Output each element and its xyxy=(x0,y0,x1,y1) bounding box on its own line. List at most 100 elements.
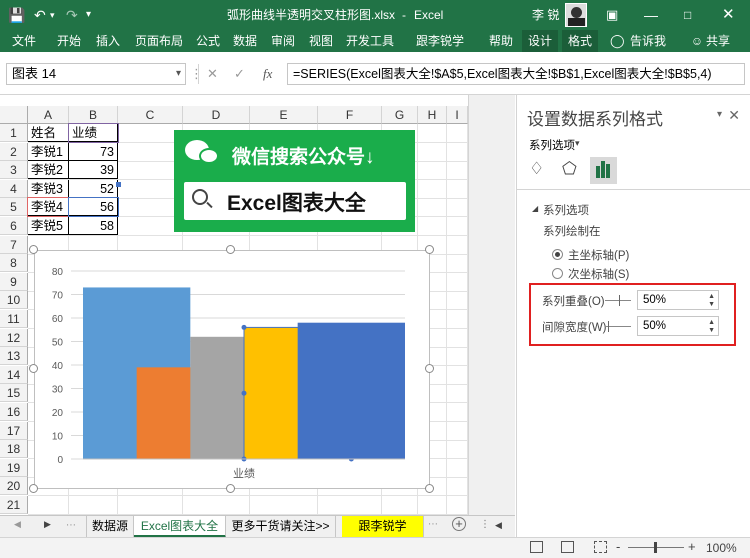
redo-icon[interactable]: ↷ xyxy=(66,0,78,30)
column-header-C[interactable]: C xyxy=(118,106,183,124)
fill-line-icon[interactable]: ♢ xyxy=(529,159,544,179)
column-header-G[interactable]: G xyxy=(382,106,418,124)
row-header-12[interactable]: 12 xyxy=(0,328,28,347)
tab-help[interactable]: 帮助 xyxy=(484,30,518,52)
tab-formulas[interactable]: 公式 xyxy=(191,30,225,52)
table-cell-name[interactable]: 李锐5 xyxy=(28,217,69,235)
tab-data[interactable]: 数据 xyxy=(228,30,262,52)
selected-series-handle[interactable] xyxy=(241,390,247,396)
tab-developer[interactable]: 开发工具 xyxy=(344,30,396,52)
row-header-11[interactable]: 11 xyxy=(0,310,28,328)
secondary-axis-label[interactable]: 次坐标轴(S) xyxy=(568,266,629,282)
chevron-down-icon[interactable]: ▾ xyxy=(176,64,181,84)
row-header-5[interactable]: 5 xyxy=(0,198,28,217)
page-break-view-icon[interactable] xyxy=(594,541,607,553)
bar-李锐5[interactable] xyxy=(297,322,405,459)
series-options-dropdown[interactable]: 系列选项 xyxy=(529,137,575,153)
table-cell-value[interactable]: 39 xyxy=(69,161,118,180)
row-header-4[interactable]: 4 xyxy=(0,179,28,198)
tab-file[interactable]: 文件 xyxy=(6,30,42,52)
table-cell-name[interactable]: 李锐3 xyxy=(28,179,69,198)
tab-format[interactable]: 格式 xyxy=(562,30,598,52)
vertical-scrollbar[interactable] xyxy=(468,95,515,515)
row-header-7[interactable]: 7 xyxy=(0,235,28,254)
tab-review[interactable]: 审阅 xyxy=(266,30,300,52)
row-header-2[interactable]: 2 xyxy=(0,142,28,161)
insert-function-icon[interactable]: fx xyxy=(263,64,272,84)
row-header-6[interactable]: 6 xyxy=(0,217,28,235)
zoom-in-button[interactable]: + xyxy=(688,539,696,554)
name-box[interactable]: 图表 14 ▾ xyxy=(6,63,186,85)
undo-icon[interactable]: ↶ xyxy=(34,0,46,30)
row-header-20[interactable]: 20 xyxy=(0,477,28,496)
scroll-right-icon[interactable]: ▶ xyxy=(44,519,51,530)
column-header-D[interactable]: D xyxy=(183,106,250,124)
column-header-E[interactable]: E xyxy=(250,106,318,124)
close-icon[interactable]: ✕ xyxy=(722,0,735,30)
resize-handle[interactable] xyxy=(425,245,434,254)
select-all-button[interactable] xyxy=(0,106,28,124)
table-cell-name[interactable]: 李锐2 xyxy=(28,161,69,180)
sheet-tab-more[interactable]: 更多干货请关注>> xyxy=(226,516,336,538)
table-cell-name[interactable]: 李锐1 xyxy=(28,142,69,161)
primary-axis-label[interactable]: 主坐标轴(P) xyxy=(568,247,629,263)
column-chart[interactable]: 0 10 20 30 40 50 60 70 80 业绩 xyxy=(35,251,431,490)
tell-me-search[interactable]: 告诉我 xyxy=(630,30,670,52)
collapse-section-icon[interactable]: ◢ xyxy=(532,204,538,213)
resize-handle[interactable] xyxy=(425,364,434,373)
user-name[interactable]: 李 锐 xyxy=(532,0,559,30)
selected-series-handle[interactable] xyxy=(241,324,247,330)
add-sheet-icon[interactable]: + xyxy=(452,517,466,531)
zoom-level[interactable]: 100% xyxy=(706,541,737,555)
sheet-tab-active[interactable]: Excel图表大全 xyxy=(134,516,226,538)
resize-handle[interactable] xyxy=(29,364,38,373)
tab-insert[interactable]: 插入 xyxy=(91,30,125,52)
page-layout-view-icon[interactable] xyxy=(561,541,574,553)
share-button[interactable]: 共享 xyxy=(706,30,738,52)
sheet-tab-data-source[interactable]: 数据源 xyxy=(86,516,134,538)
row-header-17[interactable]: 17 xyxy=(0,421,28,440)
primary-axis-radio[interactable] xyxy=(552,249,563,260)
row-header-10[interactable]: 10 xyxy=(0,291,28,310)
tab-split-icon[interactable]: ⋮ xyxy=(480,519,490,530)
row-header-1[interactable]: 1 xyxy=(0,124,28,142)
section-series-options[interactable]: 系列选项 xyxy=(543,202,589,218)
column-header-A[interactable]: A xyxy=(28,106,69,124)
hscroll-left-icon[interactable]: ◀ xyxy=(495,520,502,531)
undo-dropdown-icon[interactable]: ▾ xyxy=(50,0,55,30)
effects-pentagon-icon[interactable]: ⬠ xyxy=(562,159,577,179)
table-cell-name[interactable]: 李锐4 xyxy=(27,197,70,218)
close-pane-icon[interactable]: ✕ xyxy=(728,107,740,124)
cell-header-score[interactable]: 业绩 xyxy=(68,123,119,143)
cancel-icon[interactable]: ✕ xyxy=(207,64,218,84)
row-header-15[interactable]: 15 xyxy=(0,384,28,403)
save-icon[interactable]: 💾 xyxy=(8,0,25,30)
row-header-8[interactable]: 8 xyxy=(0,254,28,273)
resize-handle[interactable] xyxy=(29,245,38,254)
row-header-13[interactable]: 13 xyxy=(0,347,28,366)
row-header-18[interactable]: 18 xyxy=(0,440,28,459)
resize-handle[interactable] xyxy=(425,484,434,493)
row-header-3[interactable]: 3 xyxy=(0,161,28,180)
series-options-icon[interactable] xyxy=(590,157,617,184)
sheet-tab-highlighted[interactable]: 跟李锐学Excel xyxy=(342,516,424,553)
tab-custom[interactable]: 跟李锐学Excel xyxy=(402,30,478,70)
customize-toolbar-icon[interactable]: ▾ xyxy=(86,0,91,30)
zoom-slider-thumb[interactable] xyxy=(654,542,657,553)
resize-handle[interactable] xyxy=(29,484,38,493)
normal-view-icon[interactable] xyxy=(530,541,543,553)
avatar[interactable] xyxy=(565,3,587,27)
chevron-down-icon[interactable]: ▾ xyxy=(575,138,580,149)
resize-handle[interactable] xyxy=(226,245,235,254)
row-header-14[interactable]: 14 xyxy=(0,365,28,384)
resize-handle[interactable] xyxy=(226,484,235,493)
row-header-21[interactable]: 21 xyxy=(0,496,28,514)
scroll-left-icon[interactable]: ◀ xyxy=(14,519,21,530)
column-header-I[interactable]: I xyxy=(447,106,468,124)
tab-home[interactable]: 开始 xyxy=(52,30,86,52)
tab-view[interactable]: 视图 xyxy=(304,30,338,52)
more-sheets-right-icon[interactable]: ⋯ xyxy=(428,519,438,530)
table-cell-value[interactable]: 58 xyxy=(69,217,118,235)
formula-input[interactable]: =SERIES(Excel图表大全!$A$5,Excel图表大全!$B$1,Ex… xyxy=(287,63,745,85)
chart-area[interactable]: 0 10 20 30 40 50 60 70 80 业绩 xyxy=(34,250,430,489)
